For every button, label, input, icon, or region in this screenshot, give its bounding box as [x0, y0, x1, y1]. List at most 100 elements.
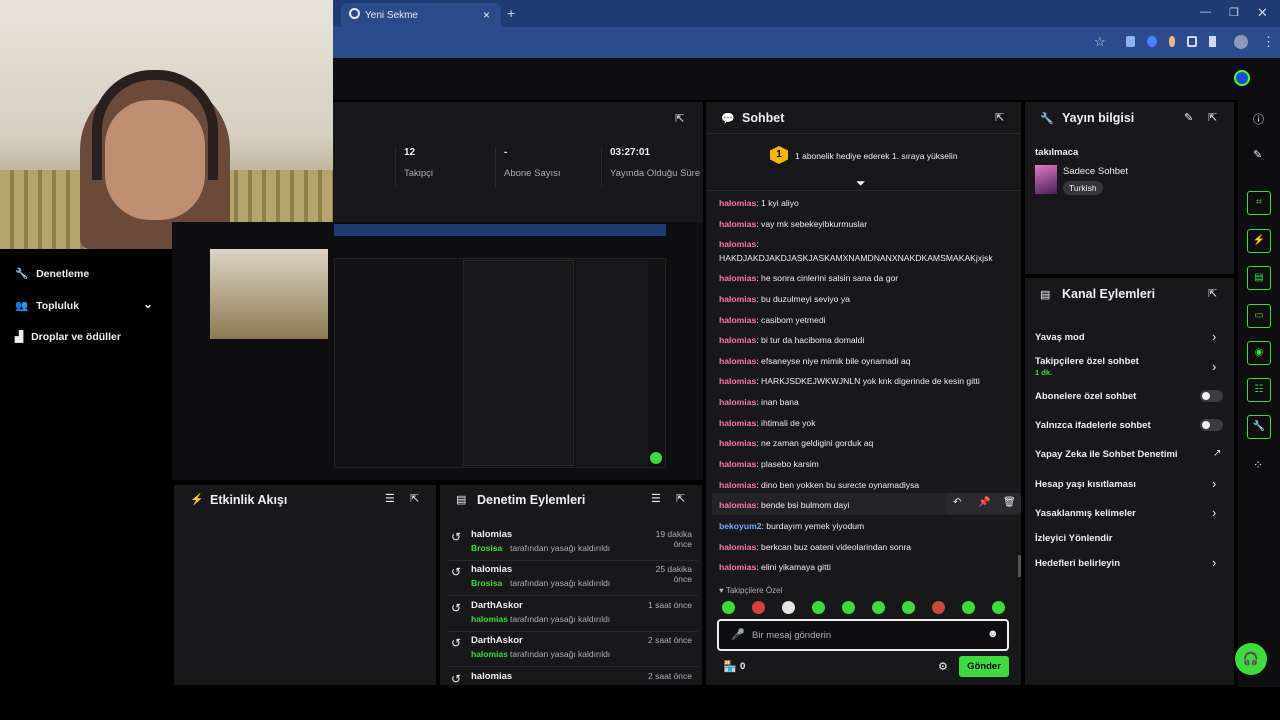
collapse-banner-icon[interactable]: ⏷: [856, 176, 866, 191]
pin-icon[interactable]: 📌: [978, 497, 990, 508]
microphone-icon[interactable]: 🎤: [731, 628, 745, 641]
chat-input-box[interactable]: 🎤 Bir mesaj gönderin ☻: [717, 619, 1009, 651]
mod-actor[interactable]: halomias: [471, 614, 508, 624]
emote-icon[interactable]: [932, 601, 945, 614]
chat-username[interactable]: halomias: [719, 315, 756, 325]
info-icon[interactable]: ⓘ: [1253, 111, 1264, 127]
new-tab-button[interactable]: +: [507, 5, 515, 21]
expand-icon[interactable]: ⇱: [995, 111, 1004, 124]
undo-icon[interactable]: ↶: [953, 497, 961, 508]
chevron-right-icon[interactable]: ›: [1212, 505, 1216, 520]
chat-username[interactable]: halomias: [719, 459, 756, 469]
stream-category[interactable]: Sadece Sohbet: [1063, 166, 1128, 177]
chat-username[interactable]: halomias: [719, 542, 756, 552]
chevron-right-icon[interactable]: ›: [1212, 476, 1216, 491]
ai-moderation-label[interactable]: Yapay Zeka ile Sohbet Denetimi: [1035, 449, 1178, 460]
chat-username[interactable]: halomias: [719, 335, 756, 345]
actions-icon[interactable]: ☷: [1247, 378, 1271, 402]
chat-username[interactable]: halomias: [719, 438, 756, 448]
emote-icon[interactable]: [752, 601, 765, 614]
document-icon[interactable]: ▤: [1247, 266, 1271, 290]
mod-actor[interactable]: halomias: [471, 649, 508, 659]
extension-icon[interactable]: [1168, 36, 1176, 47]
chat-username[interactable]: halomias: [719, 239, 756, 249]
broadcast-icon[interactable]: ◉: [1247, 341, 1271, 365]
chat-username[interactable]: halomias: [719, 480, 756, 490]
filter-icon[interactable]: ☰: [385, 492, 395, 505]
followers-only-chat-label[interactable]: Takipçilere özel sohbet: [1035, 356, 1139, 367]
chat-username[interactable]: halomias: [719, 356, 756, 366]
emote-icon[interactable]: [872, 601, 885, 614]
emote-icon[interactable]: [842, 601, 855, 614]
app-logo-icon[interactable]: [1234, 70, 1250, 86]
chat-settings-icon[interactable]: ⚙: [938, 660, 948, 673]
chat-username[interactable]: halomias: [719, 397, 756, 407]
mod-target-user[interactable]: halomias: [471, 671, 512, 682]
mod-target-user[interactable]: halomias: [471, 564, 512, 575]
trash-icon[interactable]: 🗑: [1003, 497, 1016, 508]
chat-icon[interactable]: ▭: [1247, 304, 1271, 328]
browser-tab[interactable]: Yeni Sekme ×: [341, 3, 501, 27]
filter-icon[interactable]: ☰: [651, 492, 661, 505]
chat-username[interactable]: halomias: [719, 562, 756, 572]
expand-icon[interactable]: ⇱: [410, 492, 419, 505]
menu-item-droplar[interactable]: ▟ Droplar ve ödüller: [15, 331, 121, 343]
emote-icon[interactable]: [812, 601, 825, 614]
mod-actor[interactable]: Brosisa: [471, 578, 502, 588]
wrench-icon[interactable]: 🔧: [1247, 415, 1271, 439]
extension-icon[interactable]: [1147, 36, 1157, 47]
raid-label[interactable]: İzleyici Yönlendir: [1035, 533, 1112, 544]
chat-username[interactable]: halomias: [719, 418, 756, 428]
send-button[interactable]: Gönder: [959, 656, 1009, 677]
emote-icon[interactable]: [782, 601, 795, 614]
mod-actor[interactable]: Brosisa: [471, 543, 502, 553]
external-link-icon[interactable]: ↗: [1213, 448, 1221, 459]
edit-icon[interactable]: ✎: [1253, 148, 1262, 161]
browser-menu-icon[interactable]: ⋮: [1262, 34, 1275, 50]
expand-icon[interactable]: ⇱: [1208, 287, 1217, 300]
gift-banner[interactable]: 1 abonelik hediye ederek 1. sıraya yükse…: [795, 151, 958, 161]
mod-target-user[interactable]: DarthAskor: [471, 635, 523, 646]
set-goals-label[interactable]: Hedefleri belirleyin: [1035, 558, 1120, 569]
banned-words-label[interactable]: Yasaklanmış kelimeler: [1035, 508, 1136, 519]
stream-preview[interactable]: [172, 222, 703, 480]
chevron-right-icon[interactable]: ›: [1212, 555, 1216, 570]
emote-icon[interactable]: [992, 601, 1005, 614]
tab-close-button[interactable]: ×: [483, 8, 490, 22]
expand-icon[interactable]: ⇱: [676, 492, 685, 505]
mod-target-user[interactable]: DarthAskor: [471, 600, 523, 611]
account-age-label[interactable]: Hesap yaşı kısıtlaması: [1035, 479, 1136, 490]
chat-username[interactable]: halomias: [719, 376, 756, 386]
more-icon[interactable]: ⁘: [1253, 458, 1263, 472]
clip-icon[interactable]: ⌗: [1247, 191, 1271, 215]
chevron-right-icon[interactable]: ›: [1212, 329, 1216, 344]
expand-icon[interactable]: ⇱: [675, 112, 684, 125]
support-icon[interactable]: 🎧: [1235, 643, 1267, 675]
language-tag[interactable]: Turkish: [1063, 181, 1103, 195]
pin-icon[interactable]: [1209, 36, 1216, 47]
subscribers-only-toggle[interactable]: [1200, 390, 1223, 402]
chat-username[interactable]: bekoyum2: [719, 521, 762, 531]
slow-mode-label[interactable]: Yavaş mod: [1035, 332, 1085, 343]
puzzle-icon[interactable]: [1187, 36, 1198, 47]
emote-icon[interactable]: [962, 601, 975, 614]
mod-target-user[interactable]: halomias: [471, 529, 512, 540]
profile-avatar[interactable]: [1234, 35, 1248, 49]
menu-item-topluluk[interactable]: 👥 Topluluk ⌄: [15, 297, 160, 312]
maximize-button[interactable]: ❐: [1229, 6, 1239, 19]
chat-username[interactable]: halomias: [719, 294, 756, 304]
chat-username[interactable]: halomias: [719, 500, 756, 510]
emote-icon[interactable]: [722, 601, 735, 614]
expand-icon[interactable]: ⇱: [1208, 111, 1217, 124]
chat-username[interactable]: halomias: [719, 273, 756, 283]
chevron-right-icon[interactable]: ›: [1212, 359, 1216, 374]
chat-username[interactable]: halomias: [719, 198, 756, 208]
chat-scrollbar[interactable]: [1018, 555, 1021, 577]
extension-icons[interactable]: [1126, 36, 1216, 48]
chat-username[interactable]: halomias: [719, 219, 756, 229]
edit-icon[interactable]: ✎: [1184, 111, 1193, 124]
menu-item-denetleme[interactable]: 🔧 Denetleme: [15, 267, 89, 280]
translate-icon[interactable]: [1126, 36, 1136, 47]
emote-only-toggle[interactable]: [1200, 419, 1223, 431]
emote-icon[interactable]: [902, 601, 915, 614]
